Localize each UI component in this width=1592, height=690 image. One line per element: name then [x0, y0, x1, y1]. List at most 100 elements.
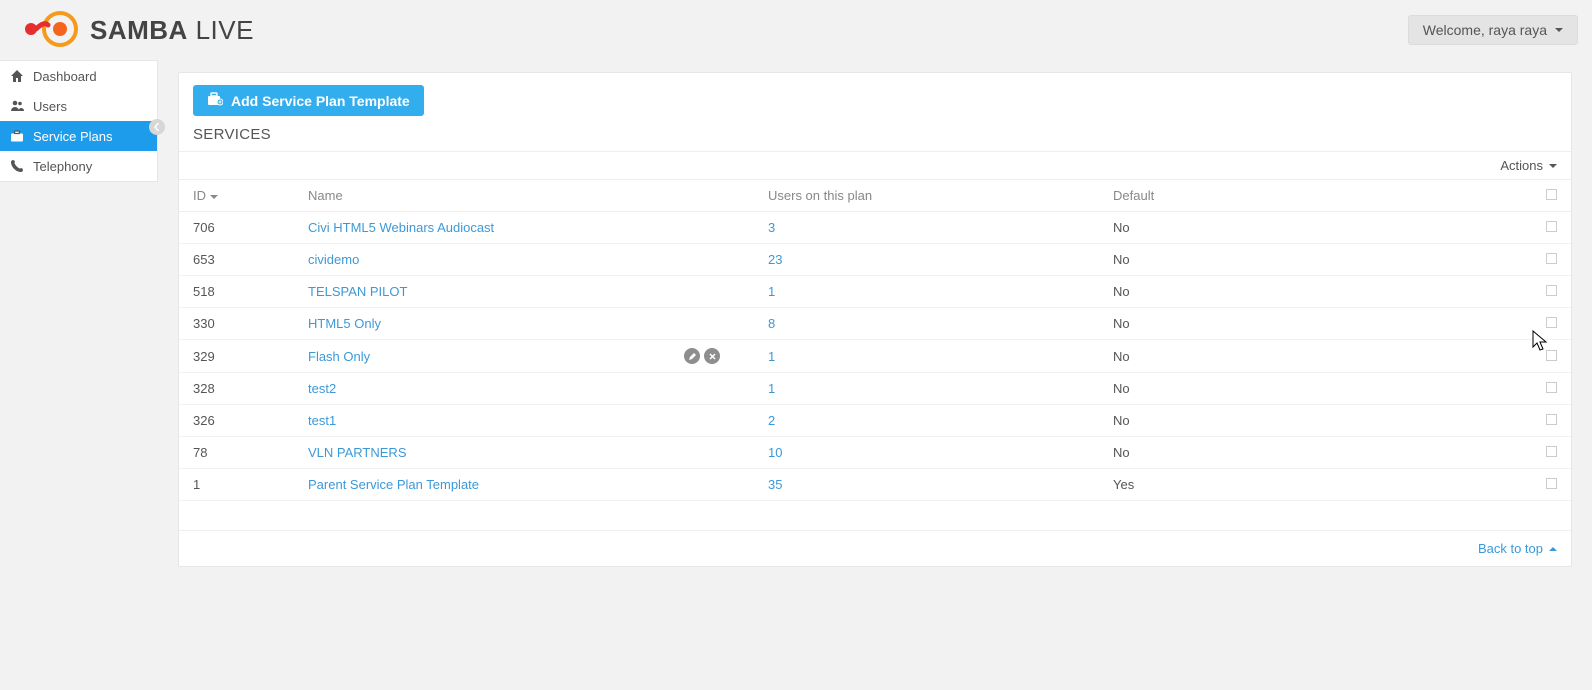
cell-users: 3: [754, 212, 1099, 244]
cell-id: 1: [179, 469, 294, 501]
cell-users: 35: [754, 469, 1099, 501]
users-count-link[interactable]: 10: [768, 445, 782, 460]
briefcase-plus-icon: [207, 92, 223, 109]
cell-id: 330: [179, 308, 294, 340]
cell-id: 78: [179, 437, 294, 469]
column-header-users[interactable]: Users on this plan: [754, 180, 1099, 212]
row-checkbox[interactable]: [1546, 285, 1557, 296]
cell-default: Yes: [1099, 469, 1531, 501]
row-checkbox[interactable]: [1546, 382, 1557, 393]
service-plan-link[interactable]: HTML5 Only: [308, 316, 381, 331]
sidebar-item-telephony[interactable]: Telephony: [0, 151, 157, 181]
cell-name: TELSPAN PILOT: [294, 276, 754, 308]
users-count-link[interactable]: 35: [768, 477, 782, 492]
select-all-checkbox[interactable]: [1546, 189, 1557, 200]
sidebar-item-service-plans[interactable]: Service Plans: [0, 121, 157, 151]
table-row: 78 VLN PARTNERS 10 No: [179, 437, 1571, 469]
sidebar-item-label: Users: [33, 99, 67, 114]
users-count-link[interactable]: 1: [768, 284, 775, 299]
users-count-link[interactable]: 1: [768, 381, 775, 396]
column-header-id[interactable]: ID: [179, 180, 294, 212]
cell-users: 1: [754, 340, 1099, 373]
service-plan-link[interactable]: TELSPAN PILOT: [308, 284, 407, 299]
table-row: 326test12No: [179, 405, 1571, 437]
sidebar-item-users[interactable]: Users: [0, 91, 157, 121]
row-checkbox[interactable]: [1546, 414, 1557, 425]
table-row: 653cividemo23No: [179, 244, 1571, 276]
row-checkbox[interactable]: [1546, 221, 1557, 232]
users-count-link[interactable]: 1: [768, 349, 775, 364]
delete-icon[interactable]: [704, 348, 720, 364]
cell-select: [1531, 276, 1571, 308]
table-row: 330 HTML5 Only 8 No: [179, 308, 1571, 340]
chevron-up-icon: [1549, 547, 1557, 551]
main-content: Add Service Plan Template SERVICES Actio…: [158, 60, 1592, 587]
actions-dropdown[interactable]: Actions: [1500, 158, 1557, 173]
cell-select: [1531, 212, 1571, 244]
cell-select: [1531, 469, 1571, 501]
user-menu-button[interactable]: Welcome, raya raya: [1408, 15, 1578, 45]
cell-name: HTML5 Only: [294, 308, 754, 340]
users-icon: [10, 99, 24, 113]
users-count-link[interactable]: 23: [768, 252, 782, 267]
sidebar-item-label: Telephony: [33, 159, 92, 174]
cell-name: test1: [294, 405, 754, 437]
table-row: 329Flash Only1No: [179, 340, 1571, 373]
column-header-default[interactable]: Default: [1099, 180, 1531, 212]
service-plan-link[interactable]: Parent Service Plan Template: [308, 477, 479, 492]
cell-select: [1531, 373, 1571, 405]
back-to-top-link[interactable]: Back to top: [1478, 541, 1557, 556]
add-service-plan-button[interactable]: Add Service Plan Template: [193, 85, 424, 116]
service-plan-link[interactable]: Flash Only: [308, 349, 370, 364]
sort-desc-icon: [210, 195, 218, 199]
table-row: 706Civi HTML5 Webinars Audiocast3No: [179, 212, 1571, 244]
services-table: ID Name Users on this plan Default 706Ci…: [179, 179, 1571, 531]
cell-name: Flash Only: [294, 340, 754, 373]
briefcase-icon: [10, 129, 24, 143]
service-plan-link[interactable]: Civi HTML5 Webinars Audiocast: [308, 220, 494, 235]
add-button-label: Add Service Plan Template: [231, 93, 410, 109]
cell-users: 8: [754, 308, 1099, 340]
chevron-down-icon: [1549, 164, 1557, 168]
brand[interactable]: SAMBA LIVE: [14, 11, 254, 50]
cell-select: [1531, 244, 1571, 276]
cell-id: 328: [179, 373, 294, 405]
cell-select: [1531, 405, 1571, 437]
brand-logo-icon: [14, 11, 78, 50]
cell-default: No: [1099, 437, 1531, 469]
cell-users: 10: [754, 437, 1099, 469]
cell-id: 329: [179, 340, 294, 373]
row-checkbox[interactable]: [1546, 446, 1557, 457]
sidebar-collapse-button[interactable]: [149, 119, 165, 135]
cell-name: Civi HTML5 Webinars Audiocast: [294, 212, 754, 244]
row-checkbox[interactable]: [1546, 317, 1557, 328]
column-header-name[interactable]: Name: [294, 180, 754, 212]
edit-icon[interactable]: [684, 348, 700, 364]
sidebar-item-label: Service Plans: [33, 129, 112, 144]
cell-id: 326: [179, 405, 294, 437]
home-icon: [10, 69, 24, 83]
cell-default: No: [1099, 276, 1531, 308]
cell-default: No: [1099, 373, 1531, 405]
cell-id: 653: [179, 244, 294, 276]
cell-users: 1: [754, 373, 1099, 405]
cell-select: [1531, 437, 1571, 469]
row-checkbox[interactable]: [1546, 253, 1557, 264]
row-checkbox[interactable]: [1546, 350, 1557, 361]
service-plan-link[interactable]: cividemo: [308, 252, 359, 267]
service-plan-link[interactable]: test1: [308, 413, 336, 428]
cell-default: No: [1099, 212, 1531, 244]
service-plan-link[interactable]: test2: [308, 381, 336, 396]
users-count-link[interactable]: 3: [768, 220, 775, 235]
row-checkbox[interactable]: [1546, 478, 1557, 489]
users-count-link[interactable]: 8: [768, 316, 775, 331]
cell-select: [1531, 340, 1571, 373]
sidebar-item-dashboard[interactable]: Dashboard: [0, 61, 157, 91]
table-row: 328 test2 1 No: [179, 373, 1571, 405]
cell-name: VLN PARTNERS: [294, 437, 754, 469]
sidebar-item-label: Dashboard: [33, 69, 97, 84]
cell-default: No: [1099, 308, 1531, 340]
users-count-link[interactable]: 2: [768, 413, 775, 428]
service-plan-link[interactable]: VLN PARTNERS: [308, 445, 407, 460]
cell-id: 518: [179, 276, 294, 308]
